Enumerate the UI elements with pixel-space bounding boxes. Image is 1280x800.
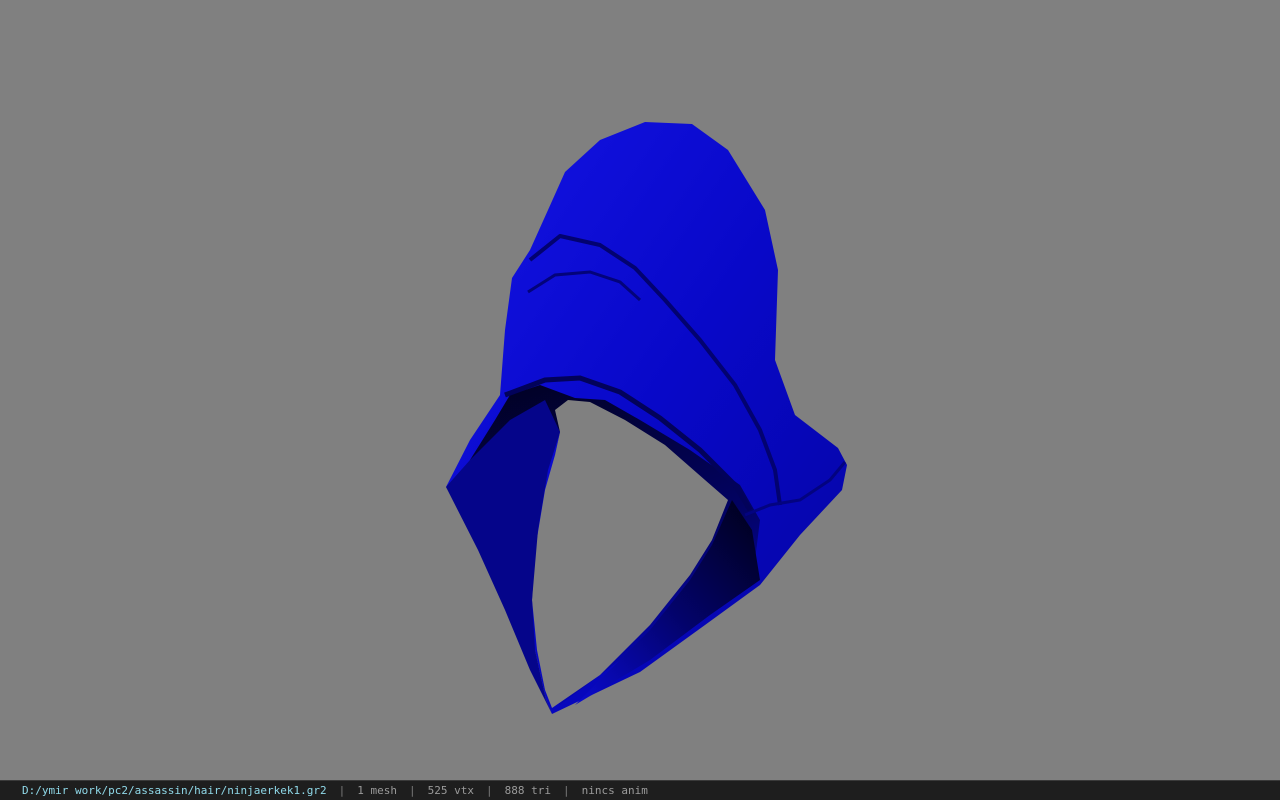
separator: | (562, 784, 570, 797)
separator: | (338, 784, 346, 797)
animation-status: nincs anim (581, 784, 648, 797)
mesh-count: 1 mesh (357, 784, 398, 797)
triangle-count: 888 tri (504, 784, 551, 797)
separator: | (486, 784, 493, 797)
hood-model[interactable] (0, 0, 1280, 780)
3d-viewport[interactable] (0, 0, 1280, 780)
file-path: D:/ymir work/pc2/assassin/hair/ninjaerke… (22, 784, 327, 797)
status-bar: D:/ymir work/pc2/assassin/hair/ninjaerke… (0, 780, 1280, 800)
vertex-count: 525 vtx (427, 784, 474, 797)
separator: | (409, 784, 416, 797)
